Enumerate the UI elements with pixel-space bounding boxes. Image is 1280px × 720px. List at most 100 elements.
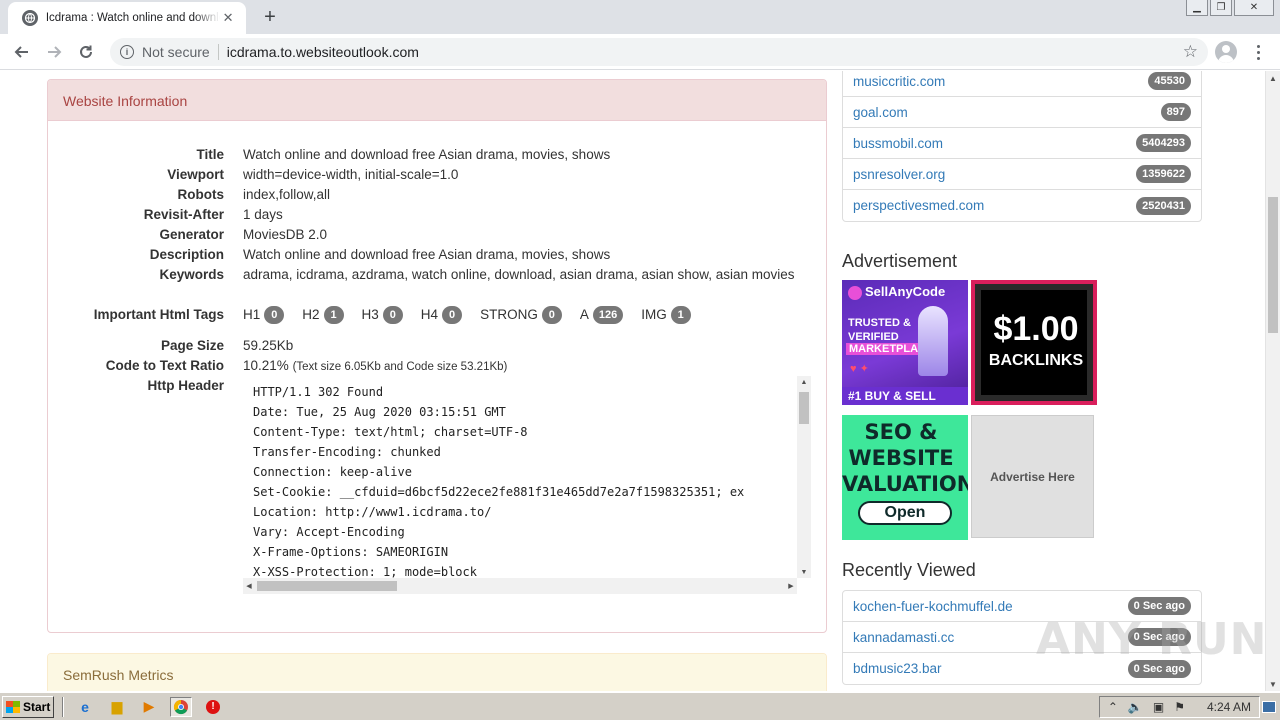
http-header-line: HTTP/1.1 302 Found <box>253 385 384 399</box>
html-tag-item: IMG 1 <box>641 305 691 325</box>
tray-arrow-icon[interactable]: ⌃ <box>1108 700 1118 714</box>
page-scroll-thumb[interactable] <box>1268 197 1278 333</box>
top-site-item-badge: 45530 <box>1148 72 1191 90</box>
show-desktop-icon[interactable] <box>1262 700 1276 713</box>
ad3-open-button[interactable]: Open <box>858 501 952 525</box>
ad3-text: SEO & WEBSITE VALUATION <box>842 420 968 496</box>
tab-strip: Icdrama : Watch online and download free… <box>0 0 1280 34</box>
html-tag-name: IMG <box>641 307 667 322</box>
html-tag-item: H2 1 <box>302 305 344 325</box>
label-robots: Robots <box>177 187 225 202</box>
label-viewport: Viewport <box>167 167 224 182</box>
page-scrollbar[interactable]: ▲ ▼ <box>1265 71 1280 691</box>
website-info-panel: Website Information Title Watch online a… <box>47 79 827 633</box>
top-site-item: bussmobil.com 5404293 <box>843 128 1201 159</box>
restore-icon[interactable]: ❐ <box>1210 0 1232 16</box>
label-generator: Generator <box>159 227 224 242</box>
back-icon[interactable] <box>10 40 34 64</box>
kebab-menu-icon[interactable] <box>1250 42 1266 62</box>
flag-icon[interactable]: ⚑ <box>1174 700 1185 714</box>
chrome-icon[interactable] <box>170 696 192 717</box>
url-text[interactable]: icdrama.to.websiteoutlook.com <box>227 44 419 60</box>
top-site-item-link[interactable]: musiccritic.com <box>853 74 945 89</box>
html-tag-name: STRONG <box>480 307 538 322</box>
recent-item-link[interactable]: kochen-fuer-kochmuffel.de <box>853 599 1013 614</box>
top-site-item-link[interactable]: psnresolver.org <box>853 167 945 182</box>
html-tag-name: H3 <box>361 307 379 322</box>
value-generator: MoviesDB 2.0 <box>243 227 328 242</box>
http-header-box[interactable]: HTTP/1.1 302 Found Date: Tue, 25 Aug 2020… <box>243 376 811 594</box>
recent-item-link[interactable]: bdmusic23.bar <box>853 661 942 676</box>
ad1-bottom: #1 BUY & SELL <box>842 387 968 405</box>
globe-icon <box>22 10 38 26</box>
label-html-tags: Important Html Tags <box>93 307 224 322</box>
scroll-down-icon[interactable]: ▼ <box>797 566 811 578</box>
page-viewport: Website Information Title Watch online a… <box>0 71 1280 691</box>
minimize-icon[interactable]: ▁ <box>1186 0 1208 16</box>
start-button[interactable]: Start <box>2 695 54 718</box>
reload-icon[interactable] <box>74 40 98 64</box>
http-header-line: Date: Tue, 25 Aug 2020 03:15:51 GMT <box>253 405 506 419</box>
http-header-line: Set-Cookie: __cfduid=d6bcf5d22ece2fe881f… <box>253 485 745 499</box>
page-scroll-up-icon[interactable]: ▲ <box>1266 71 1280 85</box>
advertisement-title: Advertisement <box>842 251 958 271</box>
top-site-item-link[interactable]: goal.com <box>853 105 908 120</box>
value-page-size: 59.25Kb <box>243 338 294 353</box>
top-site-item-link[interactable]: perspectivesmed.com <box>853 198 984 213</box>
address-bar[interactable]: i Not secure icdrama.to.websiteoutlook.c… <box>110 38 1208 66</box>
advertise-here-box[interactable]: Advertise Here <box>971 415 1094 538</box>
ratio-detail: (Text size 6.05Kb and Code size 53.21Kb) <box>292 361 508 373</box>
html-tag-item: H4 0 <box>420 305 463 325</box>
html-tag-name: H2 <box>302 307 320 322</box>
explorer-folder-icon[interactable]: ▆ <box>106 697 128 717</box>
antivirus-icon[interactable]: ! <box>202 697 224 717</box>
header-vertical-scrollbar[interactable]: ▲ ▼ <box>797 376 811 578</box>
volume-icon[interactable]: 🔈 <box>1128 700 1143 714</box>
ad1-line1: TRUSTED & <box>848 317 911 329</box>
value-robots: index,follow,all <box>243 187 331 202</box>
heart-icon: ♥ ✦ <box>850 363 869 375</box>
scroll-thumb[interactable] <box>799 392 809 424</box>
window-controls: ▁ ❐ ✕ <box>1186 0 1274 18</box>
top-site-item: psnresolver.org 1359622 <box>843 159 1201 190</box>
label-revisit: Revisit-After <box>143 207 224 222</box>
anyrun-watermark: ANY RUN <box>1036 614 1268 665</box>
label-http-header: Http Header <box>147 378 224 393</box>
media-player-icon[interactable]: ▶ <box>138 697 160 717</box>
top-site-item-link[interactable]: bussmobil.com <box>853 136 943 151</box>
close-window-icon[interactable]: ✕ <box>1234 0 1274 16</box>
network-icon[interactable]: ▣ <box>1153 700 1164 714</box>
page-scroll-down-icon[interactable]: ▼ <box>1266 677 1280 691</box>
website-info-heading: Website Information <box>48 80 826 121</box>
new-tab-button[interactable]: + <box>258 6 282 28</box>
label-ratio: Code to Text Ratio <box>105 358 224 373</box>
windows-logo-icon <box>6 700 20 713</box>
ad-backlinks[interactable]: $1.00 BACKLINKS <box>971 280 1097 405</box>
profile-avatar-icon[interactable] <box>1215 41 1237 63</box>
bookmark-star-icon[interactable]: ☆ <box>1183 42 1198 62</box>
scroll-right-icon[interactable]: ▶ <box>785 578 797 594</box>
taskbar-divider <box>62 696 64 717</box>
recently-viewed-title: Recently Viewed <box>842 560 976 580</box>
value-revisit: 1 days <box>243 207 283 222</box>
browser-tab[interactable]: Icdrama : Watch online and download free… <box>8 2 246 34</box>
tab-close-icon[interactable]: ✕ <box>220 10 236 26</box>
scroll-up-icon[interactable]: ▲ <box>797 376 811 388</box>
value-ratio: 10.21% (Text size 6.05Kb and Code size 5… <box>243 356 803 377</box>
html-tag-count-badge: 0 <box>541 306 562 324</box>
header-horizontal-scrollbar[interactable]: ◀ ▶ <box>243 578 797 594</box>
recent-item-link[interactable]: kannadamasti.cc <box>853 630 954 645</box>
ie-icon[interactable]: e <box>74 697 96 717</box>
info-icon[interactable]: i <box>120 45 134 59</box>
browser-toolbar: i Not secure icdrama.to.websiteoutlook.c… <box>0 34 1280 70</box>
ad-seo-valuation[interactable]: SEO & WEBSITE VALUATION Open <box>842 415 968 540</box>
top-site-item-badge: 897 <box>1160 103 1191 121</box>
scroll-left-icon[interactable]: ◀ <box>243 578 255 594</box>
ad-sellanycode[interactable]: SellAnyCode TRUSTED & VERIFIED MARKETPLAC… <box>842 280 968 405</box>
scroll-thumb[interactable] <box>257 581 397 591</box>
omnibox-divider <box>217 44 219 60</box>
recent-item-badge: 0 Sec ago <box>1127 597 1191 615</box>
forward-icon[interactable] <box>42 40 66 64</box>
sellanycode-logo-icon <box>848 285 862 300</box>
html-tag-name: H4 <box>420 307 439 322</box>
